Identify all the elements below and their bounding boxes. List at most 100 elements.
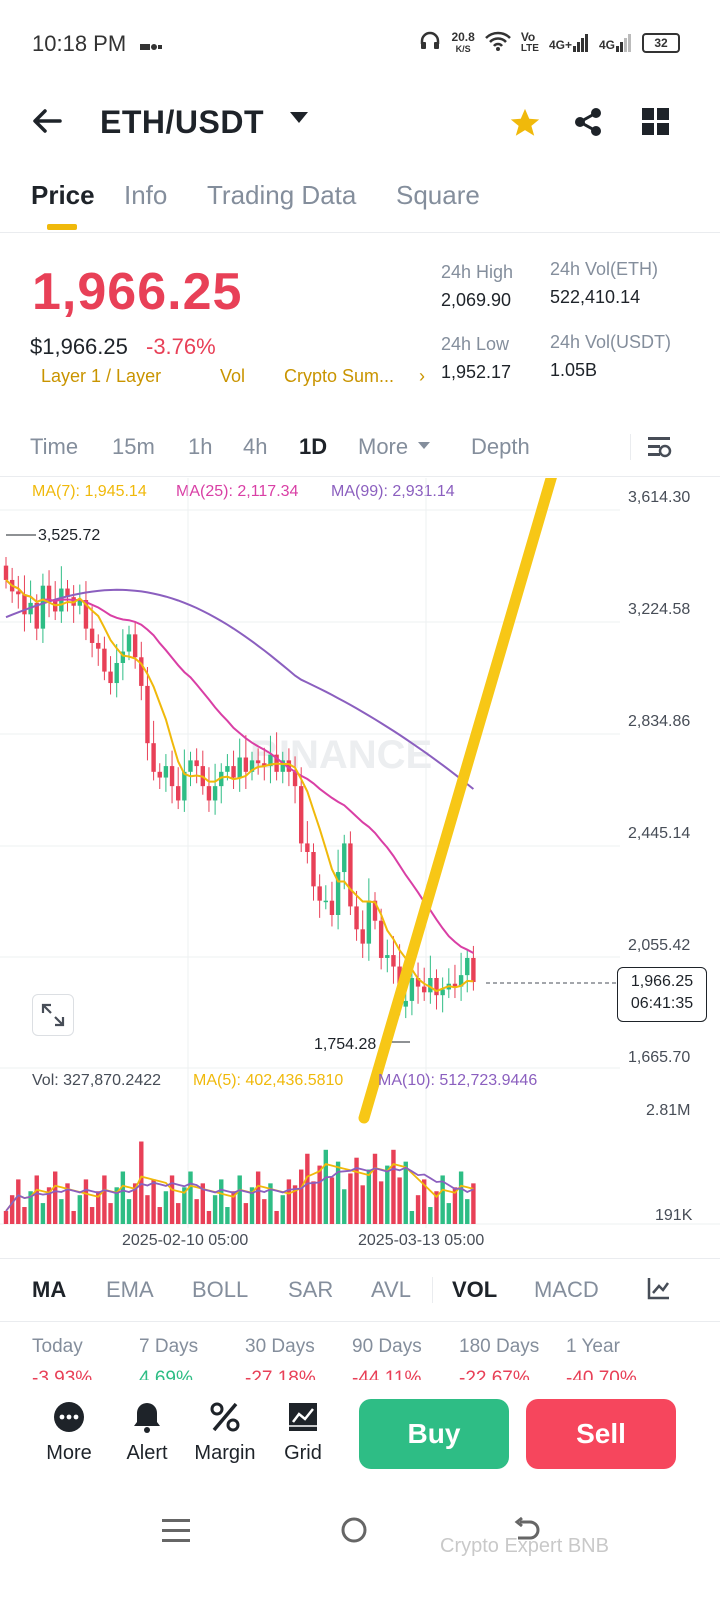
tag-crypto-sum[interactable]: Crypto Sum...	[284, 366, 394, 387]
volume-bar	[151, 1179, 156, 1224]
volume-bar	[237, 1175, 242, 1224]
vol-label: Vol: 327,870.2422	[32, 1072, 162, 1089]
cast-icon	[140, 38, 162, 57]
sell-button[interactable]: Sell	[526, 1399, 676, 1469]
volume-bar	[206, 1210, 212, 1224]
alert-action[interactable]: Alert	[112, 1400, 182, 1465]
recents-menu-icon[interactable]	[162, 1516, 190, 1548]
date-tick: 2025-02-10 05:00	[122, 1232, 249, 1249]
pair-dropdown-icon[interactable]	[290, 112, 308, 123]
candle-body	[422, 986, 427, 993]
volume-bar	[212, 1195, 218, 1224]
volume-bar	[16, 1179, 21, 1224]
bottom-action-bar: More Alert Margin Grid Buy Sell	[0, 1382, 720, 1492]
volume-bar	[415, 1195, 421, 1224]
tags-more-chevron-icon[interactable]: ›	[419, 366, 425, 387]
volume-bar	[286, 1179, 292, 1224]
chart-settings-icon[interactable]	[646, 434, 672, 464]
percent-icon	[208, 1400, 242, 1434]
fullscreen-button[interactable]	[32, 994, 74, 1036]
volume-bar	[428, 1207, 433, 1224]
volume-bar	[274, 1210, 279, 1224]
perf-value-7d: 4.69%	[139, 1368, 193, 1380]
volume-bar	[446, 1203, 451, 1224]
candle-body	[237, 757, 242, 778]
more-dots-icon	[52, 1400, 86, 1434]
grid-layout-icon[interactable]	[642, 108, 670, 140]
candle-body	[169, 766, 175, 787]
y-tick: 3,614.30	[628, 489, 691, 506]
volume-bar	[378, 1181, 384, 1224]
volume-bar	[89, 1207, 95, 1224]
candle-body	[194, 760, 199, 767]
volume-bar	[77, 1195, 82, 1224]
indicator-avl[interactable]: AVL	[371, 1277, 411, 1303]
status-bar: 10:18 PM 20.8 K/S Vo LTE 4G+ 4G 32	[0, 0, 720, 80]
annotation-arrow	[358, 478, 557, 1124]
high-label: 24h High	[441, 262, 514, 282]
tab-info[interactable]: Info	[124, 180, 167, 211]
volume-bar	[102, 1175, 107, 1224]
candle-body	[46, 585, 52, 601]
bell-icon	[130, 1400, 164, 1434]
candle-body	[385, 955, 390, 958]
perf-value-30d: -27.18%	[245, 1368, 316, 1380]
indicator-vol[interactable]: VOL	[452, 1277, 497, 1303]
last-price: 1,966.25	[32, 263, 243, 321]
indicator-boll[interactable]: BOLL	[192, 1277, 248, 1303]
interval-15m[interactable]: 15m	[112, 434, 155, 460]
share-icon[interactable]	[572, 106, 604, 142]
interval-depth[interactable]: Depth	[471, 434, 530, 460]
tab-price[interactable]: Price	[31, 180, 95, 211]
home-circle-icon[interactable]	[340, 1516, 368, 1548]
indicator-sar[interactable]: SAR	[288, 1277, 333, 1303]
candle-body	[323, 900, 328, 903]
interval-4h[interactable]: 4h	[243, 434, 267, 460]
candle-body	[212, 786, 218, 801]
volte-sub: LTE	[520, 42, 539, 54]
interval-1d[interactable]: 1D	[299, 434, 327, 460]
volume-bar	[305, 1153, 310, 1224]
favorite-star-icon[interactable]	[508, 106, 542, 144]
tab-trading-data[interactable]: Trading Data	[207, 180, 356, 211]
volte-label: Vo	[520, 29, 536, 44]
volume-bar	[317, 1165, 322, 1224]
more-action[interactable]: More	[34, 1400, 104, 1465]
grid-action[interactable]: Grid	[268, 1400, 338, 1465]
volume-bar	[348, 1173, 353, 1224]
back-arrow-icon[interactable]	[30, 104, 64, 144]
grid-bot-icon	[286, 1400, 320, 1434]
candle-body	[96, 642, 101, 649]
tag-layer[interactable]: Layer 1 / Layer	[41, 366, 161, 387]
volume-bar	[219, 1179, 224, 1224]
indicator-macd[interactable]: MACD	[534, 1277, 599, 1303]
buy-button[interactable]: Buy	[359, 1399, 509, 1469]
candlestick-chart[interactable]: BINANCE 3,525.72 1,754.28	[0, 478, 720, 1258]
y-tick: 2,055.42	[628, 937, 691, 954]
interval-time[interactable]: Time	[30, 434, 78, 460]
indicator-ma[interactable]: MA	[32, 1277, 66, 1303]
system-nav-bar	[0, 1500, 720, 1600]
margin-action[interactable]: Margin	[190, 1400, 260, 1465]
perf-value-90d: -44.11%	[352, 1368, 422, 1380]
interval-1h[interactable]: 1h	[188, 434, 212, 460]
volume-bars	[3, 1141, 476, 1224]
pair-title[interactable]: ETH/USDT	[100, 104, 264, 141]
current-price-value: 1,966.25	[630, 973, 694, 990]
status-icons: 20.8 K/S Vo LTE 4G+ 4G 32	[419, 30, 680, 55]
tab-square[interactable]: Square	[396, 180, 480, 211]
volume-bar	[243, 1203, 249, 1224]
volume-bar	[372, 1153, 378, 1224]
candle-body	[3, 565, 9, 580]
vol-eth-label: 24h Vol(ETH)	[550, 259, 659, 279]
indicator-ema[interactable]: EMA	[106, 1277, 154, 1303]
tag-vol[interactable]: Vol	[220, 366, 245, 387]
interval-more[interactable]: More	[358, 434, 408, 460]
indicator-settings-icon[interactable]	[646, 1275, 672, 1305]
volume-bar	[194, 1199, 199, 1224]
candle-body	[299, 786, 304, 844]
signal-4g: 4G	[599, 33, 632, 52]
candle-body	[440, 989, 445, 996]
more-caret-icon[interactable]	[418, 442, 430, 449]
candle-body	[89, 628, 95, 643]
